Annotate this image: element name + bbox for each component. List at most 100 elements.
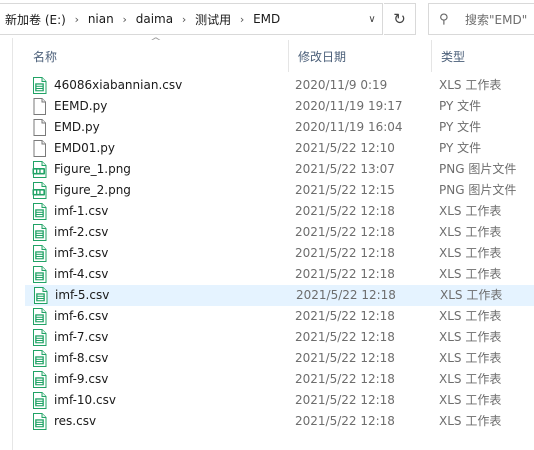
breadcrumb-test[interactable]: 测试用 (195, 11, 231, 28)
file-type: XLS 工作表 (439, 393, 502, 407)
file-type: XLS 工作表 (439, 246, 502, 260)
file-name: imf-1.csv (54, 204, 109, 218)
file-type: XLS 工作表 (439, 78, 502, 92)
breadcrumb-emd[interactable]: EMD (253, 12, 280, 26)
column-type-label: 类型 (441, 49, 466, 64)
file-row[interactable]: imf-9.csv 2021/5/22 12:18 XLS 工作表 (24, 369, 534, 390)
file-date: 2021/5/22 13:07 (295, 162, 395, 176)
file-date: 2021/5/22 12:18 (295, 351, 395, 365)
file-row[interactable]: imf-8.csv 2021/5/22 12:18 XLS 工作表 (24, 348, 534, 369)
file-name: EMD.py (54, 120, 100, 134)
chevron-right-icon[interactable]: › (173, 13, 195, 26)
column-name[interactable]: 名称 ^ (24, 37, 288, 72)
file-date: 2021/5/22 12:18 (295, 267, 395, 281)
file-row-selected[interactable]: imf-5.csv 2021/5/22 12:18 XLS 工作表 (25, 285, 534, 306)
column-type[interactable]: 类型 (431, 40, 534, 72)
file-row[interactable]: 46086xiabannian.csv 2020/11/9 0:19 XLS 工作表 (24, 75, 534, 96)
file-type: PY 文件 (439, 120, 482, 134)
excel-csv-icon (32, 350, 47, 367)
file-name: imf-4.csv (54, 267, 109, 281)
file-name: imf-10.csv (54, 393, 116, 407)
generic-file-icon (32, 119, 47, 136)
file-row[interactable]: EMD01.py 2021/5/22 12:10 PY 文件 (24, 138, 534, 159)
chevron-right-icon[interactable]: › (231, 13, 253, 26)
column-date[interactable]: 修改日期 (288, 40, 431, 72)
search-input[interactable]: 搜索"EMD" (465, 11, 527, 28)
file-row[interactable]: res.csv 2021/5/22 12:18 XLS 工作表 (24, 411, 534, 432)
file-date: 2021/5/22 12:18 (296, 288, 396, 302)
breadcrumb-daima[interactable]: daima (136, 12, 173, 26)
file-type: PNG 图片文件 (439, 162, 517, 176)
file-name: imf-9.csv (54, 372, 109, 386)
file-name: EEMD.py (54, 99, 108, 113)
chevron-right-icon[interactable]: › (66, 13, 88, 26)
file-date: 2021/5/22 12:18 (295, 414, 395, 428)
file-date: 2021/5/22 12:15 (295, 183, 395, 197)
png-image-icon (32, 182, 47, 199)
file-row[interactable]: imf-4.csv 2021/5/22 12:18 XLS 工作表 (24, 264, 534, 285)
column-date-label: 修改日期 (298, 49, 347, 64)
column-header: 名称 ^ 修改日期 类型 (24, 37, 534, 72)
file-date: 2021/5/22 12:18 (295, 225, 395, 239)
excel-csv-icon (32, 203, 47, 220)
address-bar[interactable]: 新加卷 (E:) › nian › daima › 测试用 › EMD (0, 3, 383, 35)
excel-csv-icon (32, 266, 47, 283)
file-row[interactable]: imf-7.csv 2021/5/22 12:18 XLS 工作表 (24, 327, 534, 348)
excel-csv-icon (32, 245, 47, 262)
generic-file-icon (32, 98, 47, 115)
file-row[interactable]: imf-6.csv 2021/5/22 12:18 XLS 工作表 (24, 306, 534, 327)
file-name: imf-7.csv (54, 330, 109, 344)
file-name: imf-6.csv (54, 309, 109, 323)
excel-csv-icon (32, 392, 47, 409)
excel-csv-icon (33, 287, 48, 304)
file-row[interactable]: imf-2.csv 2021/5/22 12:18 XLS 工作表 (24, 222, 534, 243)
file-type: XLS 工作表 (439, 225, 502, 239)
file-name: imf-8.csv (54, 351, 109, 365)
file-row[interactable]: imf-10.csv 2021/5/22 12:18 XLS 工作表 (24, 390, 534, 411)
address-history-dropdown[interactable]: ∨ (360, 3, 384, 35)
file-date: 2021/5/22 12:18 (295, 393, 395, 407)
file-type: PY 文件 (439, 141, 482, 155)
excel-csv-icon (32, 329, 47, 346)
refresh-icon: ↻ (393, 10, 406, 28)
search-icon: ⚲ (439, 11, 449, 27)
file-type: XLS 工作表 (439, 372, 502, 386)
file-date: 2021/5/22 12:18 (295, 372, 395, 386)
file-row[interactable]: EEMD.py 2020/11/19 19:17 PY 文件 (24, 96, 534, 117)
file-date: 2021/5/22 12:18 (295, 330, 395, 344)
breadcrumb-drive[interactable]: 新加卷 (E:) (5, 11, 66, 28)
file-name: res.csv (54, 414, 97, 428)
file-type: PNG 图片文件 (439, 183, 517, 197)
refresh-button[interactable]: ↻ (384, 3, 416, 35)
file-row[interactable]: Figure_1.png 2021/5/22 13:07 PNG 图片文件 (24, 159, 534, 180)
file-row[interactable]: EMD.py 2020/11/19 16:04 PY 文件 (24, 117, 534, 138)
file-row[interactable]: imf-1.csv 2021/5/22 12:18 XLS 工作表 (24, 201, 534, 222)
chevron-right-icon[interactable]: › (114, 13, 136, 26)
excel-csv-icon (32, 308, 47, 325)
file-date: 2020/11/9 0:19 (295, 78, 388, 92)
file-name: Figure_2.png (54, 183, 131, 197)
file-type: XLS 工作表 (439, 267, 502, 281)
generic-file-icon (32, 140, 47, 157)
excel-csv-icon (32, 371, 47, 388)
search-box[interactable]: ⚲ 搜索"EMD" (428, 3, 534, 35)
png-image-icon (32, 161, 47, 178)
file-type: XLS 工作表 (440, 288, 503, 302)
file-date: 2021/5/22 12:10 (295, 141, 395, 155)
file-row[interactable]: imf-3.csv 2021/5/22 12:18 XLS 工作表 (24, 243, 534, 264)
file-date: 2021/5/22 12:18 (295, 246, 395, 260)
file-date: 2021/5/22 12:18 (295, 309, 395, 323)
file-type: XLS 工作表 (439, 351, 502, 365)
file-date: 2020/11/19 19:17 (295, 99, 403, 113)
breadcrumb-nian[interactable]: nian (88, 12, 114, 26)
file-type: XLS 工作表 (439, 309, 502, 323)
file-type: PY 文件 (439, 99, 482, 113)
file-row[interactable]: Figure_2.png 2021/5/22 12:15 PNG 图片文件 (24, 180, 534, 201)
file-name: imf-2.csv (54, 225, 109, 239)
file-type: XLS 工作表 (439, 204, 502, 218)
file-name: imf-3.csv (54, 246, 109, 260)
file-name: 46086xiabannian.csv (54, 78, 183, 92)
file-name: Figure_1.png (54, 162, 131, 176)
excel-csv-icon (32, 77, 47, 94)
column-name-label: 名称 (33, 49, 58, 64)
